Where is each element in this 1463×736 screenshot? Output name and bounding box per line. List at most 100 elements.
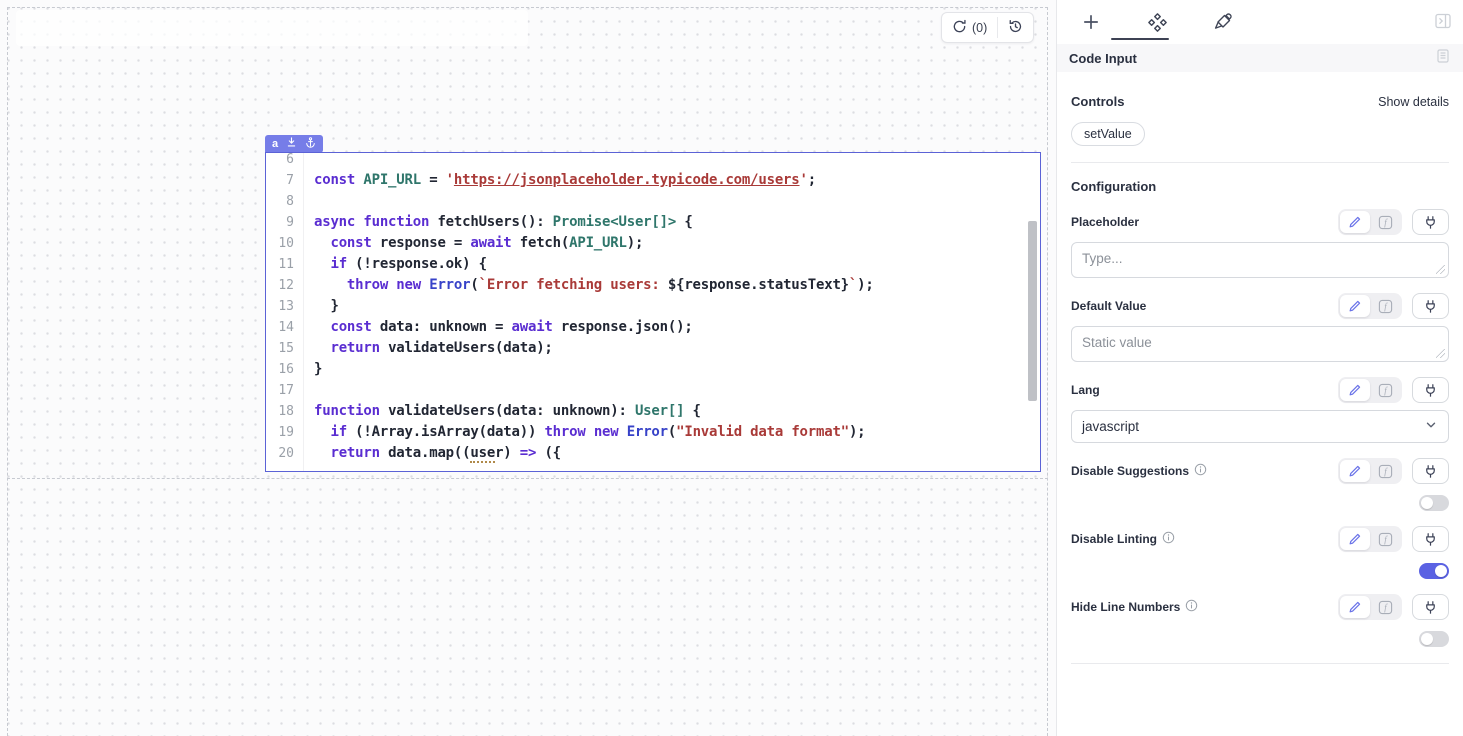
widget-name: a <box>272 139 278 150</box>
code-editor[interactable]: 67const API_URL = 'https://jsonplacehold… <box>266 152 1026 472</box>
resize-handle[interactable] <box>1436 349 1445 358</box>
controls-section: Controls Show details setValue <box>1057 94 1463 163</box>
configuration-section: Configuration PlaceholderfType...Default… <box>1057 179 1463 664</box>
placeholder-edit-mode-button[interactable] <box>1340 211 1370 233</box>
disable-suggestions-mode-switcher: f <box>1338 458 1402 484</box>
code-line[interactable] <box>266 464 1026 472</box>
code-text: function validateUsers(data: unknown): U… <box>314 401 701 422</box>
code-line[interactable]: 16} <box>266 359 1026 380</box>
disable-suggestions-js-mode-button[interactable]: f <box>1370 460 1400 482</box>
configuration-title: Configuration <box>1071 179 1156 194</box>
refresh-icon <box>952 19 967 37</box>
default-value-edit-mode-button[interactable] <box>1340 295 1370 317</box>
code-line[interactable]: 6 <box>266 152 1026 170</box>
lang-js-mode-button[interactable]: f <box>1370 379 1400 401</box>
lang-select[interactable]: javascript <box>1071 410 1449 443</box>
app-window: (0) a 67const API_URL = 'https://jsonpla… <box>0 0 1463 736</box>
code-line[interactable]: 12 throw new Error(`Error fetching users… <box>266 275 1026 296</box>
hide-line-numbers-bind-button[interactable] <box>1412 594 1449 620</box>
collapse-panel-icon[interactable] <box>1434 12 1452 35</box>
lang-bind-button[interactable] <box>1412 377 1449 403</box>
svg-text:f: f <box>1384 466 1388 476</box>
code-line[interactable]: 13 } <box>266 296 1026 317</box>
widget-docs-icon[interactable] <box>1435 48 1451 69</box>
line-number: 8 <box>266 191 304 212</box>
code-line[interactable]: 7const API_URL = 'https://jsonplaceholde… <box>266 170 1026 191</box>
line-number: 14 <box>266 317 304 338</box>
canvas-toolbar: (0) <box>941 12 1034 43</box>
code-line[interactable]: 15 return validateUsers(data); <box>266 338 1026 359</box>
code-input-widget[interactable]: 67const API_URL = 'https://jsonplacehold… <box>265 152 1041 472</box>
styles-tab[interactable] <box>1209 8 1237 36</box>
refresh-button[interactable]: (0) <box>942 13 997 42</box>
code-text: } <box>314 359 322 380</box>
property-pane-tabs <box>1057 0 1463 44</box>
hide-line-numbers-toggle[interactable] <box>1419 631 1449 647</box>
disable-suggestions-toggle[interactable] <box>1419 495 1449 511</box>
line-number: 7 <box>266 170 304 191</box>
placeholder-mode-switcher: f <box>1338 209 1402 235</box>
history-button[interactable] <box>998 13 1033 42</box>
info-icon[interactable] <box>1194 463 1207 479</box>
line-number: 15 <box>266 338 304 359</box>
line-number: 16 <box>266 359 304 380</box>
property-disable-linting: Disable Linting f <box>1071 525 1449 579</box>
show-details-link[interactable]: Show details <box>1378 95 1449 109</box>
code-line[interactable]: 19 if (!Array.isArray(data)) throw new E… <box>266 422 1026 443</box>
widget-name-chip[interactable]: a <box>265 135 323 153</box>
code-text: async function fetchUsers(): Promise<Use… <box>314 212 693 233</box>
code-text: const response = await fetch(API_URL); <box>314 233 643 254</box>
editor-canvas[interactable]: (0) a 67const API_URL = 'https://jsonpla… <box>0 0 1056 736</box>
property-default-value: Default Value f Static value <box>1071 292 1449 362</box>
svg-text:f: f <box>1384 385 1388 395</box>
code-line[interactable]: 14 const data: unknown = await response.… <box>266 317 1026 338</box>
history-icon <box>1008 19 1023 37</box>
add-widget-tab[interactable] <box>1077 8 1105 36</box>
resize-handle[interactable] <box>1436 265 1445 274</box>
anchor-icon[interactable] <box>305 135 316 153</box>
disable-suggestions-bind-button[interactable] <box>1412 458 1449 484</box>
chevron-down-icon <box>1424 418 1438 435</box>
disable-linting-js-mode-button[interactable]: f <box>1370 528 1400 550</box>
svg-text:f: f <box>1384 301 1388 311</box>
lang-edit-mode-button[interactable] <box>1340 379 1370 401</box>
placeholder-js-mode-button[interactable]: f <box>1370 211 1400 233</box>
hide-line-numbers-js-mode-button[interactable]: f <box>1370 596 1400 618</box>
widget-properties-tab[interactable] <box>1143 8 1171 36</box>
code-line[interactable]: 17 <box>266 380 1026 401</box>
disable-linting-toggle[interactable] <box>1419 563 1449 579</box>
controls-title: Controls <box>1071 94 1124 109</box>
default-value-label: Default Value <box>1071 299 1146 313</box>
line-number: 6 <box>266 152 304 170</box>
disable-linting-bind-button[interactable] <box>1412 526 1449 552</box>
line-number: 13 <box>266 296 304 317</box>
disable-linting-label: Disable Linting <box>1071 531 1175 547</box>
section-divider <box>1071 162 1449 163</box>
disable-suggestions-edit-mode-button[interactable] <box>1340 460 1370 482</box>
code-line[interactable]: 11 if (!response.ok) { <box>266 254 1026 275</box>
default-value-js-mode-button[interactable]: f <box>1370 295 1400 317</box>
disable-linting-edit-mode-button[interactable] <box>1340 528 1370 550</box>
property-lang: Langfjavascript <box>1071 376 1449 443</box>
placeholder-bind-button[interactable] <box>1412 209 1449 235</box>
code-text: if (!response.ok) { <box>314 254 487 275</box>
property-placeholder: PlaceholderfType... <box>1071 208 1449 278</box>
code-line[interactable]: 9async function fetchUsers(): Promise<Us… <box>266 212 1026 233</box>
default-value-bind-button[interactable] <box>1412 293 1449 319</box>
widget-title: Code Input <box>1069 51 1137 66</box>
code-text: } <box>314 296 339 317</box>
code-text: const data: unknown = await response.jso… <box>314 317 693 338</box>
hide-line-numbers-edit-mode-button[interactable] <box>1340 596 1370 618</box>
code-line[interactable]: 18function validateUsers(data: unknown):… <box>266 401 1026 422</box>
setvalue-chip[interactable]: setValue <box>1071 122 1145 146</box>
code-line[interactable]: 10 const response = await fetch(API_URL)… <box>266 233 1026 254</box>
info-icon[interactable] <box>1162 531 1175 547</box>
code-line[interactable]: 8 <box>266 191 1026 212</box>
editor-scrollbar-thumb[interactable] <box>1028 221 1037 401</box>
info-icon[interactable] <box>1185 599 1198 615</box>
scroll-to-widget-icon[interactable] <box>286 135 297 153</box>
code-line[interactable]: 20 return data.map((user) => ({ <box>266 443 1026 464</box>
default-value-input[interactable]: Static value <box>1071 326 1449 362</box>
hide-line-numbers-label: Hide Line Numbers <box>1071 599 1198 615</box>
placeholder-input[interactable]: Type... <box>1071 242 1449 278</box>
